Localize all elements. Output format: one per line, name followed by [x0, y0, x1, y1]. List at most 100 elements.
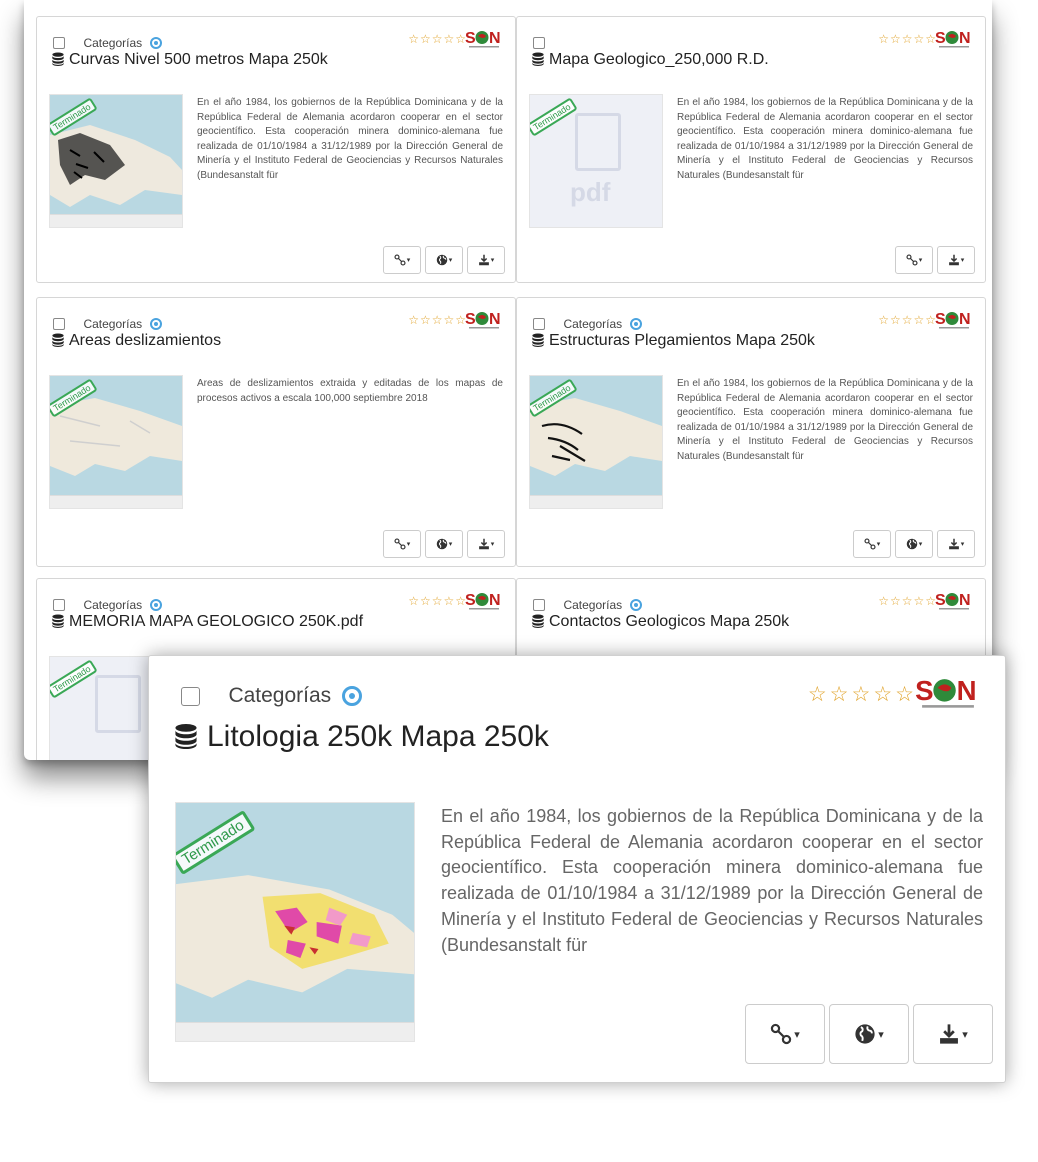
category-info-icon[interactable]: [149, 598, 162, 611]
card-actions: ▾ ▾ ▾: [741, 1004, 993, 1064]
categories-label[interactable]: Categorías: [563, 317, 622, 331]
categories-label[interactable]: Categorías: [83, 317, 142, 331]
database-icon: [531, 52, 545, 66]
categories-label[interactable]: Categorías: [228, 684, 331, 707]
card-title[interactable]: Areas deslizamientos: [51, 332, 221, 350]
dataset-card: Categorías ☆☆☆☆☆ Estructuras Plegamiento…: [516, 297, 986, 567]
rating-stars[interactable]: ☆☆☆☆☆: [408, 594, 467, 608]
rating-stars[interactable]: ☆☆☆☆☆: [808, 682, 917, 707]
card-description: Areas de deslizamientos extraida y edita…: [197, 378, 503, 404]
download-button[interactable]: ▾: [937, 246, 975, 274]
dataset-card: Categorías ☆☆☆☆☆ Curvas Nivel 500 metros…: [36, 16, 516, 283]
globe-icon: [906, 538, 918, 550]
chevron-down-icon: ▾: [876, 541, 881, 548]
chevron-down-icon: ▾: [918, 541, 923, 548]
card-actions: ▾ ▾: [891, 246, 975, 274]
share-icon: [394, 538, 406, 550]
sgn-logo: [935, 309, 973, 331]
download-icon: [938, 1023, 960, 1045]
chevron-down-icon: ▾: [794, 1028, 800, 1041]
download-button[interactable]: ▾: [467, 246, 505, 274]
share-button[interactable]: ▾: [745, 1004, 825, 1064]
download-icon: [478, 254, 490, 266]
select-checkbox[interactable]: [53, 317, 65, 330]
card-title[interactable]: MEMORIA MAPA GEOLOGICO 250K.pdf: [51, 613, 363, 631]
chevron-down-icon: ▾: [448, 257, 453, 264]
globe-button[interactable]: ▾: [425, 246, 463, 274]
card-title-text[interactable]: Litologia 250k Mapa 250k: [207, 720, 549, 753]
share-icon: [864, 538, 876, 550]
download-button[interactable]: ▾: [913, 1004, 993, 1064]
download-button[interactable]: ▾: [467, 530, 505, 558]
share-button[interactable]: ▾: [383, 530, 421, 558]
rating-stars[interactable]: ☆☆☆☆☆: [878, 313, 937, 327]
document-icon: [95, 675, 141, 733]
database-icon: [531, 333, 545, 347]
globe-icon: [854, 1023, 876, 1045]
chevron-down-icon: ▾: [448, 541, 453, 548]
map-thumbnail[interactable]: Terminado: [529, 375, 663, 509]
download-icon: [948, 538, 960, 550]
globe-button[interactable]: ▾: [829, 1004, 909, 1064]
categories-label[interactable]: Categorías: [563, 598, 622, 612]
card-title-text[interactable]: Areas deslizamientos: [69, 332, 221, 349]
card-title[interactable]: Mapa Geologico_250,000 R.D.: [531, 51, 769, 69]
select-checkbox[interactable]: [53, 598, 65, 611]
pdf-thumbnail[interactable]: pdf Terminado: [529, 94, 663, 228]
globe-icon: [436, 538, 448, 550]
globe-icon: [436, 254, 448, 266]
categories-label[interactable]: Categorías: [83, 36, 142, 50]
screenshot-panel: Categorías ☆☆☆☆☆ Curvas Nivel 500 metros…: [24, 0, 992, 760]
card-title-text[interactable]: Contactos Geologicos Mapa 250k: [549, 613, 789, 630]
sgn-logo: [465, 590, 503, 612]
card-title-text[interactable]: MEMORIA MAPA GEOLOGICO 250K.pdf: [69, 613, 363, 630]
card-title[interactable]: Estructuras Plegamientos Mapa 250k: [531, 332, 815, 350]
rating-stars[interactable]: ☆☆☆☆☆: [408, 32, 467, 46]
category-info-icon[interactable]: [629, 598, 642, 611]
thumbnail-footer: [50, 214, 182, 227]
card-description: En el año 1984, los gobiernos de la Repú…: [197, 97, 503, 181]
dataset-card: Categorías ☆☆☆☆☆ Areas deslizamientos Te…: [36, 297, 516, 567]
card-title-text[interactable]: Mapa Geologico_250,000 R.D.: [549, 51, 769, 68]
thumbnail-footer: [176, 1022, 414, 1041]
select-checkbox[interactable]: [53, 36, 65, 49]
card-title-text[interactable]: Estructuras Plegamientos Mapa 250k: [549, 332, 815, 349]
category-info-icon[interactable]: [149, 36, 162, 49]
card-title[interactable]: Litologia 250k Mapa 250k: [173, 720, 549, 754]
share-button[interactable]: ▾: [895, 246, 933, 274]
sgn-logo: [935, 28, 973, 50]
share-button[interactable]: ▾: [383, 246, 421, 274]
globe-button[interactable]: ▾: [425, 530, 463, 558]
chevron-down-icon: ▾: [918, 257, 923, 264]
map-thumbnail[interactable]: Terminado: [49, 375, 183, 509]
rating-stars[interactable]: ☆☆☆☆☆: [878, 32, 937, 46]
chevron-down-icon: ▾: [490, 257, 495, 264]
card-title[interactable]: Contactos Geologicos Mapa 250k: [531, 613, 789, 631]
card-title[interactable]: Curvas Nivel 500 metros Mapa 250k: [51, 51, 328, 69]
card-actions: ▾ ▾ ▾: [379, 530, 505, 558]
select-checkbox[interactable]: [533, 36, 545, 49]
categories-label[interactable]: Categorías: [83, 598, 142, 612]
select-checkbox[interactable]: [533, 317, 545, 330]
rating-stars[interactable]: ☆☆☆☆☆: [408, 313, 467, 327]
card-title-text[interactable]: Curvas Nivel 500 metros Mapa 250k: [69, 51, 328, 68]
map-thumbnail[interactable]: Terminado: [175, 802, 415, 1042]
download-button[interactable]: ▾: [937, 530, 975, 558]
download-icon: [478, 538, 490, 550]
thumbnail-footer: [50, 495, 182, 508]
globe-button[interactable]: ▾: [895, 530, 933, 558]
select-checkbox[interactable]: [533, 598, 545, 611]
chevron-down-icon: ▾: [878, 1028, 884, 1041]
card-description: En el año 1984, los gobiernos de la Repú…: [441, 806, 983, 955]
thumbnail-footer: [530, 495, 662, 508]
chevron-down-icon: ▾: [962, 1028, 968, 1041]
category-info-icon[interactable]: [341, 686, 362, 706]
dataset-card: ☆☆☆☆☆ Mapa Geologico_250,000 R.D. pdf Te…: [516, 16, 986, 283]
select-checkbox[interactable]: [181, 686, 200, 706]
card-description: En el año 1984, los gobiernos de la Repú…: [677, 97, 973, 181]
rating-stars[interactable]: ☆☆☆☆☆: [878, 594, 937, 608]
share-button[interactable]: ▾: [853, 530, 891, 558]
map-thumbnail[interactable]: Terminado: [49, 94, 183, 228]
category-info-icon[interactable]: [629, 317, 642, 330]
category-info-icon[interactable]: [149, 317, 162, 330]
